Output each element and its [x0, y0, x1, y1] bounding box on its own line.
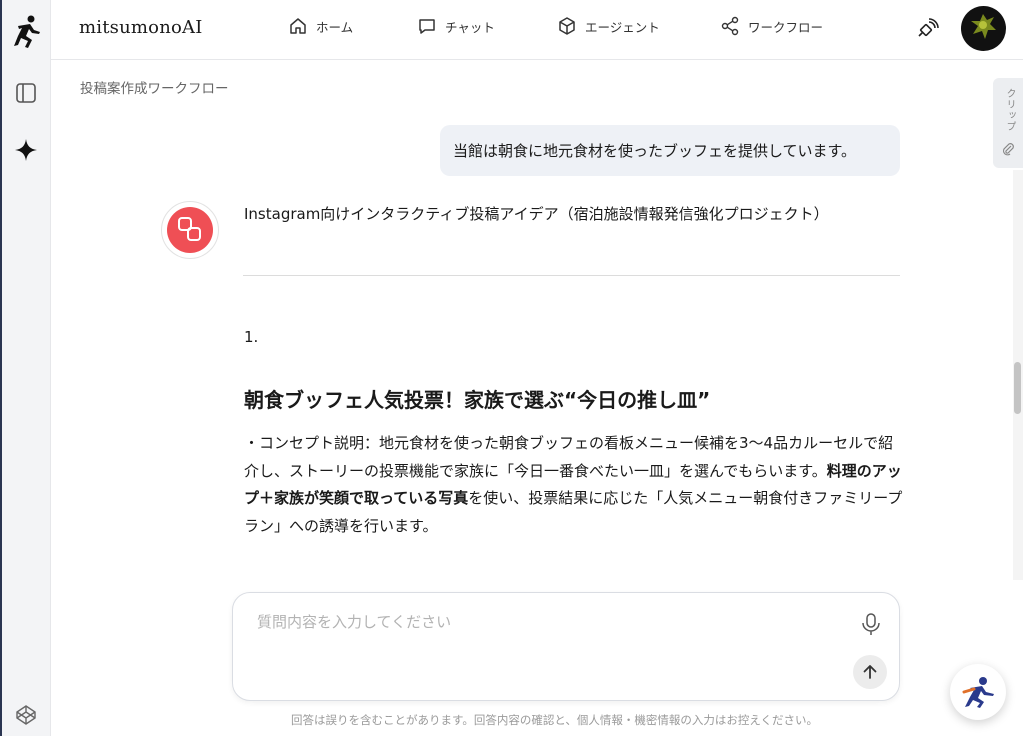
brand-title[interactable]: mitsumonoAI — [79, 17, 203, 38]
breadcrumb[interactable]: 投稿案作成ワークフロー — [80, 77, 229, 97]
nav-home[interactable]: ホーム — [288, 16, 353, 36]
idea-description: ・コンセプト説明：地元食材を使った朝食ブッフェの看板メニュー候補を3〜4品カルー… — [244, 430, 904, 540]
codepen-cube-icon[interactable] — [15, 704, 37, 726]
ninja-runner-icon — [962, 677, 994, 708]
scrollbar-thumb[interactable] — [1014, 362, 1021, 414]
clip-side-tab[interactable]: クリップ — [993, 78, 1023, 168]
question-input[interactable] — [257, 613, 847, 631]
sparkle-icon[interactable] — [14, 138, 38, 162]
user-avatar[interactable] — [961, 6, 1006, 51]
chat-bubble-icon — [419, 19, 435, 34]
bot-avatar — [161, 201, 219, 259]
nav-home-label: ホーム — [316, 19, 354, 35]
send-button[interactable] — [853, 655, 887, 689]
cube-icon — [559, 17, 575, 35]
list-number: 1. — [244, 328, 259, 346]
description-part1: ・コンセプト説明：地元食材を使った朝食ブッフェの看板メニュー候補を3〜4品カルー… — [244, 434, 894, 480]
runner-logo-icon[interactable] — [10, 14, 42, 50]
clip-label: クリップ — [1004, 88, 1015, 132]
paperclip-icon — [1002, 143, 1014, 156]
avatar-figure-icon — [971, 14, 996, 39]
nav-chat-label: チャット — [445, 19, 495, 35]
nav-workflow[interactable]: ワークフロー — [720, 16, 823, 36]
idea-heading: 朝食ブッフェ人気投票！家族で選ぶ“今日の推し皿” — [244, 388, 711, 412]
microphone-icon[interactable] — [860, 612, 882, 636]
arrow-up-icon — [863, 665, 877, 679]
nav-chat[interactable]: チャット — [417, 16, 495, 36]
disclaimer-text: 回答は誤りを含むことがあります。回答内容の確認と、個人情報・機密情報の入力はお控… — [291, 713, 819, 727]
share-nodes-icon — [721, 16, 739, 36]
top-header: mitsumonoAI ホーム チャット エージェント ワークフロー — [51, 0, 1023, 60]
rail-edge — [0, 0, 2, 736]
bot-response-title: Instagram向けインタラクティブ投稿アイデア（宿泊施設情報発信強化プロジェ… — [244, 205, 829, 223]
user-message-bubble: 当館は朝食に地元食材を使ったブッフェを提供しています。 — [440, 125, 900, 176]
response-divider — [243, 275, 900, 276]
sidebar-panel-icon[interactable] — [15, 82, 37, 104]
bot-avatar-circle — [167, 207, 213, 253]
left-rail — [0, 0, 51, 736]
link-squares-icon — [178, 217, 201, 241]
home-icon — [290, 18, 306, 34]
nav-agent-label: エージェント — [585, 19, 660, 35]
satellite-icon[interactable] — [915, 18, 939, 42]
nav-agent[interactable]: エージェント — [557, 16, 660, 36]
nav-workflow-label: ワークフロー — [748, 19, 824, 35]
message-composer — [232, 592, 900, 701]
floating-assistant-button[interactable] — [950, 664, 1006, 720]
